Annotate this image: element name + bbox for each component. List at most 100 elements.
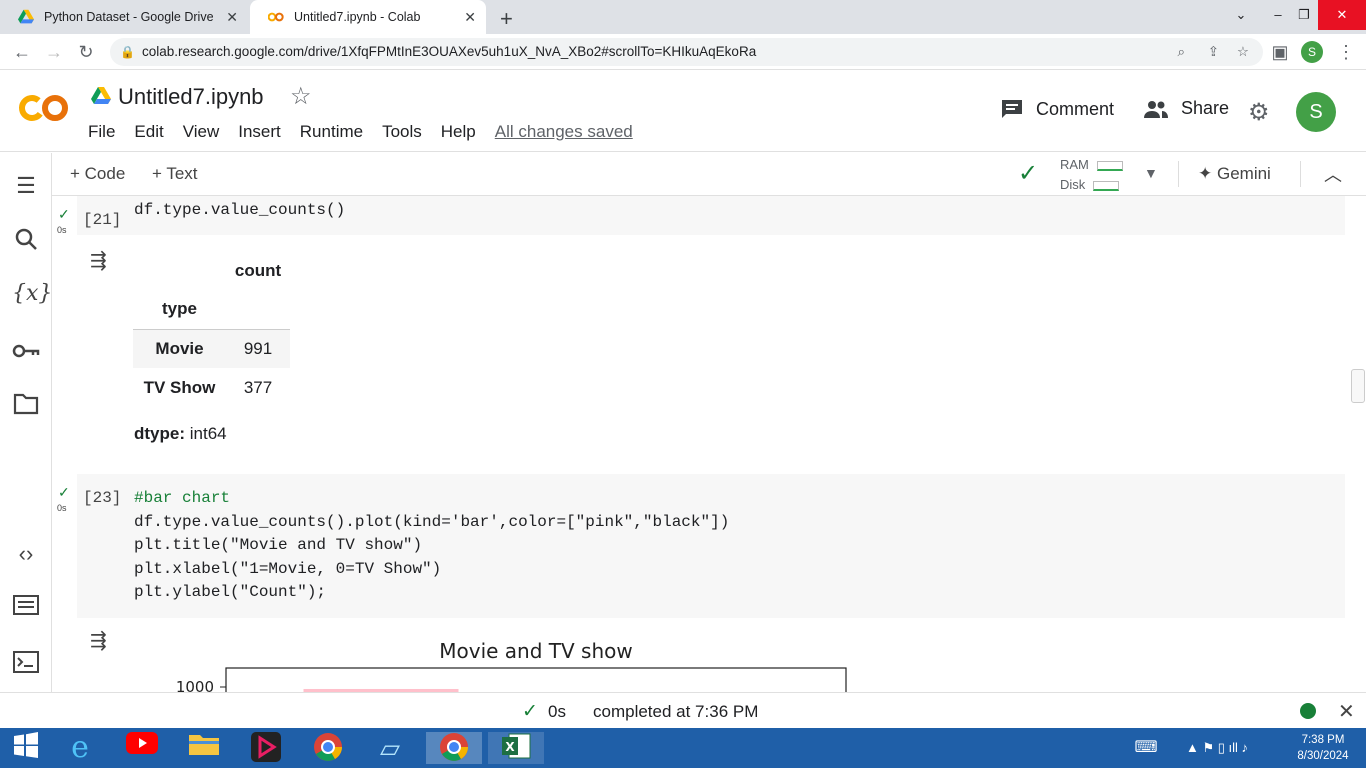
close-tab-icon[interactable]: ✕ [226,9,238,26]
excel-logo-icon: X [502,733,531,759]
bookmark-star-icon[interactable]: ☆ [1237,38,1249,66]
comment-button[interactable]: Comment [1000,98,1114,120]
terminal-prompt-icon [13,651,39,673]
google-drive-icon[interactable] [91,87,111,105]
browser-menu-icon[interactable]: ⋮ [1334,40,1358,64]
status-message[interactable]: completed at 7:36 PM [593,702,758,722]
secrets-key-icon[interactable] [12,339,40,365]
connection-dot-icon [1300,703,1316,719]
output-actions-icon[interactable]: ⇶ [90,248,107,273]
gemini-label: Gemini [1216,164,1271,183]
gemini-button[interactable]: ✦ Gemini [1198,164,1271,184]
collapse-header-icon[interactable]: ︿ [1324,161,1342,187]
disk-label: Disk [1060,177,1086,192]
cell-success-check-icon: ✓ [58,484,70,500]
notepad-icon[interactable]: ▱ [370,732,410,764]
search-icon[interactable] [12,227,40,257]
code-line: plt.ylabel("Count"); [134,583,327,602]
forward-icon[interactable]: → [42,40,66,64]
status-check-icon: ✓ [522,701,538,722]
taskbar-clock[interactable]: 7:38 PM 8/30/2024 [1286,732,1360,764]
cell-success-check-icon: ✓ [58,206,70,222]
star-icon[interactable]: ☆ [290,82,312,111]
media-app-icon[interactable] [246,732,286,764]
menu-edit[interactable]: Edit [134,122,163,142]
table-row: Movie 991 [133,329,290,368]
youtube-logo-icon [126,732,158,754]
file-explorer-icon[interactable] [184,732,224,764]
windows-start-icon[interactable] [6,732,46,764]
runtime-dropdown-icon[interactable]: ▼ [1144,165,1158,181]
browser-tab-bar: Python Dataset - Google Drive ✕ Untitled… [0,0,1366,34]
share-page-icon[interactable]: ⇪ [1208,38,1219,66]
url-text: colab.research.google.com/drive/1XfqFPMt… [142,44,757,59]
column-header-count: count [234,260,282,280]
colab-logo[interactable] [18,94,70,122]
people-icon [1144,100,1168,118]
index-header-type: type [133,290,226,330]
menu-file[interactable]: File [88,122,115,142]
menu-view[interactable]: View [183,122,220,142]
colab-icon [268,12,284,22]
new-tab-icon[interactable]: + [500,6,513,32]
menu-runtime[interactable]: Runtime [300,122,363,142]
reload-icon[interactable]: ↻ [74,40,98,64]
close-tab-icon[interactable]: ✕ [464,9,476,26]
table-index-row: type [133,290,290,330]
command-palette-icon[interactable] [12,595,40,621]
cell-exec-count[interactable]: [23] [83,489,121,507]
notebook-title[interactable]: Untitled7.ipynb [118,84,264,110]
excel-icon[interactable]: X [488,732,544,764]
clock-time: 7:38 PM [1301,734,1345,746]
address-bar[interactable]: 🔒 colab.research.google.com/drive/1XfqFP… [110,38,1263,66]
terminal-icon[interactable] [12,651,40,679]
table-row: TV Show 377 [133,368,290,407]
save-status[interactable]: All changes saved [495,122,633,142]
code-line: df.type.value_counts().plot(kind='bar',c… [134,512,730,531]
add-code-button[interactable]: + Code [70,164,125,184]
output-actions-icon[interactable]: ⇶ [90,628,107,653]
table-of-contents-icon[interactable]: ☰ [12,173,40,199]
dtype-value: int64 [189,424,227,443]
tab-google-drive[interactable]: Python Dataset - Google Drive ✕ [0,0,248,34]
user-avatar[interactable]: S [1296,92,1336,132]
add-text-button[interactable]: + Text [152,164,198,184]
profile-avatar[interactable]: S [1301,41,1323,63]
table-empty-cell [226,290,290,330]
folder-icon [13,393,39,415]
keyboard-icon[interactable]: ⌨ [1126,732,1166,764]
windows-logo-icon [14,732,38,758]
notebook-main: ✓ 0s [21] df.type.value_counts() ⇶ count… [52,196,1366,692]
menu-insert[interactable]: Insert [238,122,281,142]
variables-icon[interactable]: {x} [12,281,52,306]
menu-help[interactable]: Help [441,122,476,142]
restore-icon[interactable]: ❐ [1290,0,1318,30]
share-button[interactable]: Share [1143,98,1229,119]
side-panel-icon[interactable]: ▣ [1268,40,1292,64]
tab-title: Python Dataset - Google Drive [44,10,214,24]
cell-exec-count[interactable]: [21] [83,211,121,229]
youtube-icon[interactable] [122,732,162,764]
system-tray-icons[interactable]: ▲ ⚑ ▯ ıll ♪ [1162,732,1272,764]
internet-explorer-icon[interactable]: e [60,732,100,764]
gear-icon[interactable]: ⚙ [1248,98,1270,127]
scrollbar-thumb[interactable] [1351,369,1365,403]
tab-search-icon[interactable]: ⌄ [1218,0,1264,30]
back-icon[interactable]: ← [10,40,34,64]
window-close-icon[interactable]: ✕ [1318,0,1366,30]
menu-tools[interactable]: Tools [382,122,422,142]
resource-monitor[interactable]: RAM Disk [1060,155,1123,195]
cell-code-line[interactable]: df.type.value_counts() [134,201,345,219]
chrome-active-icon[interactable] [426,732,482,764]
code-snippets-icon[interactable]: ‹› [12,541,40,567]
close-status-icon[interactable]: ✕ [1338,699,1355,724]
minimize-icon[interactable]: – [1264,0,1292,30]
files-folder-icon[interactable] [12,393,40,421]
browser-toolbar: ← → ↻ 🔒 colab.research.google.com/drive/… [0,34,1366,70]
clock-date: 8/30/2024 [1297,750,1349,762]
menu-bar: File Edit View Insert Runtime Tools Help… [88,122,652,142]
cell-code-block[interactable]: #bar chart df.type.value_counts().plot(ki… [134,487,729,605]
tab-colab[interactable]: Untitled7.ipynb - Colab ✕ [250,0,486,34]
chrome-icon[interactable] [308,732,348,764]
zoom-icon[interactable]: ⌕ [1177,38,1185,66]
